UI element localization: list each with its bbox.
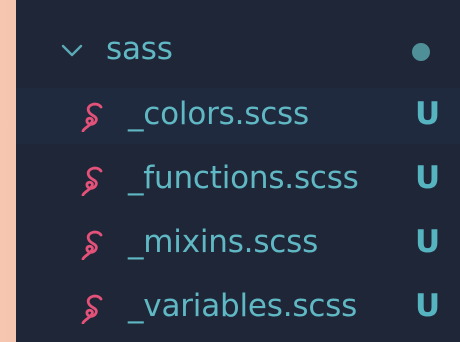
file-label: _colors.scss (128, 96, 309, 132)
sass-icon (81, 102, 103, 132)
sass-icon (81, 230, 103, 260)
git-status-untracked: U (415, 160, 440, 196)
folder-status-dot (412, 43, 430, 61)
sass-icon (81, 166, 103, 196)
folder-label: sass (106, 31, 173, 67)
explorer-panel: sass _colors.scss U _functions.scss U _m… (16, 0, 460, 342)
file-row-variables[interactable]: _variables.scss U (16, 280, 460, 336)
file-label: _variables.scss (128, 288, 358, 324)
file-row-colors[interactable]: _colors.scss U (16, 88, 460, 144)
git-status-untracked: U (415, 288, 440, 324)
git-status-untracked: U (415, 224, 440, 260)
file-label: _mixins.scss (128, 224, 319, 260)
chevron-down-icon[interactable] (60, 39, 84, 63)
file-row-mixins[interactable]: _mixins.scss U (16, 216, 460, 272)
sass-icon (81, 294, 103, 324)
file-row-functions[interactable]: _functions.scss U (16, 152, 460, 208)
folder-row-sass[interactable]: sass (16, 23, 460, 77)
file-label: _functions.scss (128, 160, 359, 196)
git-status-untracked: U (415, 96, 440, 132)
